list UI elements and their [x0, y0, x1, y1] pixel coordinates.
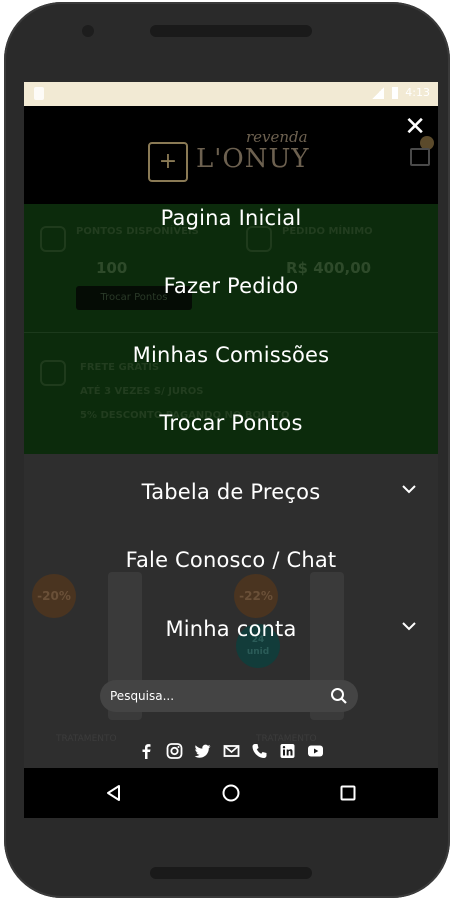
notification-icon	[34, 87, 44, 100]
chevron-down-icon[interactable]	[402, 472, 416, 512]
battery-icon	[391, 87, 398, 99]
front-camera	[82, 25, 94, 37]
youtube-icon[interactable]	[306, 742, 325, 760]
status-time: 4:13	[405, 86, 430, 99]
bottom-speaker	[150, 867, 312, 879]
menu-item-minha-conta[interactable]: Minha conta	[24, 609, 438, 649]
signal-icon	[372, 87, 385, 99]
instagram-icon[interactable]	[165, 742, 184, 760]
chevron-down-icon[interactable]	[402, 609, 416, 649]
menu-item-minhas-comissoes[interactable]: Minhas Comissões	[24, 335, 438, 375]
twitter-icon[interactable]	[193, 742, 212, 760]
menu-item-fazer-pedido[interactable]: Fazer Pedido	[24, 266, 438, 306]
search-icon[interactable]	[330, 687, 348, 705]
back-icon[interactable]	[104, 783, 124, 803]
home-icon[interactable]	[221, 783, 241, 803]
menu-item-fale-conosco[interactable]: Fale Conosco / Chat	[24, 540, 438, 580]
linkedin-icon[interactable]	[278, 742, 297, 760]
email-icon[interactable]	[222, 742, 241, 760]
phone-icon[interactable]	[250, 742, 269, 760]
menu-item-pagina-inicial[interactable]: Pagina Inicial	[24, 198, 438, 238]
screen: 4:13 + revenda L'ONUY PONTOS DISPONÍVEIS…	[24, 82, 438, 818]
phone-frame: 4:13 + revenda L'ONUY PONTOS DISPONÍVEIS…	[4, 2, 450, 898]
status-bar: 4:13	[24, 82, 438, 106]
side-menu-overlay: ✕ Pagina Inicial Fazer Pedido Minhas Com…	[24, 106, 438, 768]
facebook-icon[interactable]	[137, 742, 156, 760]
search-input[interactable]	[110, 686, 320, 706]
social-links	[24, 740, 438, 760]
top-speaker	[150, 25, 312, 37]
menu-item-tabela-de-precos[interactable]: Tabela de Preços	[24, 472, 438, 512]
recents-icon[interactable]	[338, 783, 358, 803]
menu-item-trocar-pontos[interactable]: Trocar Pontos	[24, 403, 438, 443]
system-nav-bar	[24, 768, 438, 818]
close-icon[interactable]: ✕	[404, 112, 426, 142]
search-bar	[100, 680, 358, 712]
